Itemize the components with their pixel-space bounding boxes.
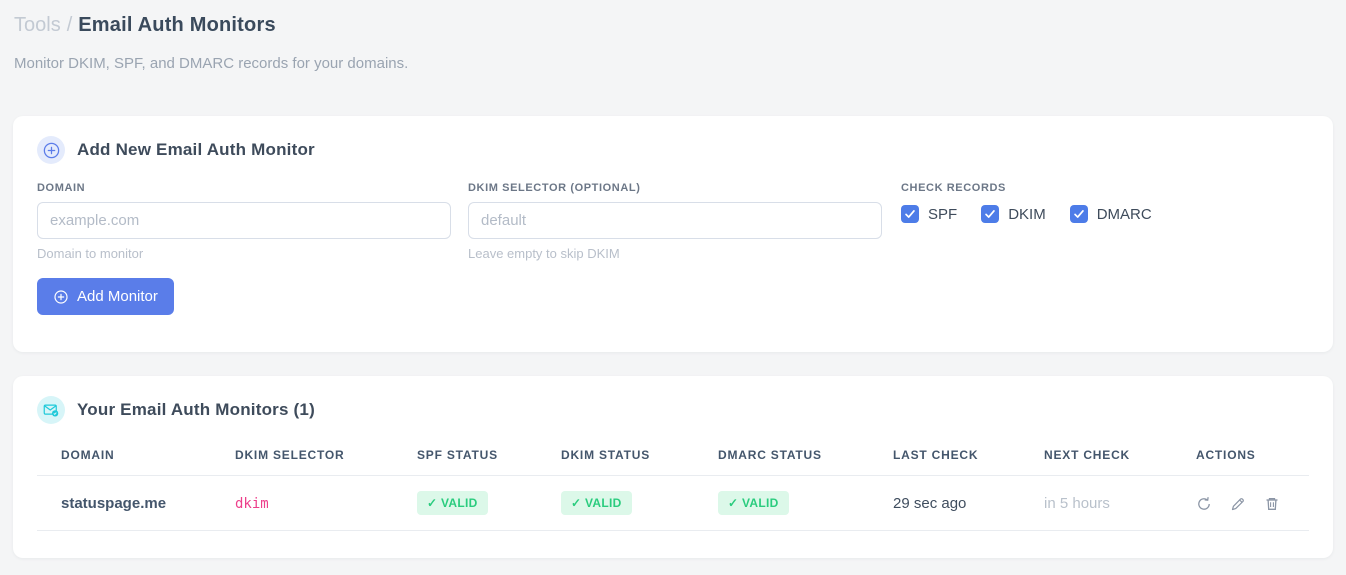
breadcrumb-separator: / <box>66 14 73 36</box>
mail-check-icon <box>37 396 65 424</box>
dmarc-checkbox-box[interactable] <box>1069 205 1088 223</box>
check-icon <box>905 210 915 218</box>
check-records-group: CHECK RECORDS SPF DKIM DMARC <box>901 182 1152 261</box>
pencil-icon <box>1232 497 1245 510</box>
column-header-actions: ACTIONS <box>1172 440 1309 476</box>
spf-checkbox-label: SPF <box>928 205 958 223</box>
dkim-checkbox-label: DKIM <box>1008 205 1046 223</box>
dkim-status-badge: ✓ VALID <box>561 491 632 515</box>
domain-label: DOMAIN <box>37 182 86 194</box>
domain-help-text: Domain to monitor <box>37 246 144 261</box>
monitors-card: Your Email Auth Monitors (1) DOMAIN DKIM… <box>13 376 1333 558</box>
dkim-checkbox[interactable]: DKIM <box>981 205 1046 223</box>
column-header-domain: DOMAIN <box>37 440 211 476</box>
spf-checkbox[interactable]: SPF <box>901 205 957 223</box>
dmarc-checkbox-label: DMARC <box>1096 205 1152 223</box>
add-monitor-button-label: Add Monitor <box>77 288 158 305</box>
dmarc-checkbox[interactable]: DMARC <box>1069 205 1152 223</box>
dkim-selector-label: DKIM SELECTOR (OPTIONAL) <box>468 182 641 194</box>
add-monitor-button[interactable]: Add Monitor <box>37 278 174 315</box>
delete-button[interactable] <box>1264 496 1280 512</box>
check-icon <box>1073 210 1084 218</box>
monitor-domain: statuspage.me <box>37 475 211 531</box>
domain-field-group: DOMAIN Domain to monitor <box>37 182 451 261</box>
monitors-card-header: Your Email Auth Monitors (1) <box>37 396 1309 424</box>
dmarc-status-badge: ✓ VALID <box>718 491 789 515</box>
check-records-label: CHECK RECORDS <box>901 182 1006 194</box>
add-card-header: Add New Email Auth Monitor <box>37 136 1309 164</box>
monitor-dkim-selector: dkim <box>235 495 269 512</box>
breadcrumb-tools-link[interactable]: Tools <box>14 14 61 36</box>
spf-checkbox-box[interactable] <box>901 205 919 223</box>
edit-button[interactable] <box>1230 496 1246 512</box>
dkim-selector-input[interactable] <box>468 202 882 239</box>
column-header-next-check: NEXT CHECK <box>1020 440 1172 476</box>
monitor-actions <box>1172 475 1309 531</box>
refresh-icon <box>1198 496 1210 510</box>
check-icon <box>985 210 995 218</box>
add-card-title: Add New Email Auth Monitor <box>77 140 315 159</box>
monitor-next-check: in 5 hours <box>1020 475 1172 531</box>
column-header-spf-status: SPF STATUS <box>393 440 537 476</box>
monitors-table: DOMAIN DKIM SELECTOR SPF STATUS DKIM STA… <box>37 440 1309 531</box>
column-header-dkim-selector: DKIM SELECTOR <box>211 440 393 476</box>
page-subtitle: Monitor DKIM, SPF, and DMARC records for… <box>14 55 409 72</box>
page-title: Email Auth Monitors <box>78 14 276 36</box>
domain-input[interactable] <box>37 202 451 239</box>
add-monitor-form: DOMAIN Domain to monitor DKIM SELECTOR (… <box>37 182 1309 261</box>
monitors-card-title: Your Email Auth Monitors (1) <box>77 400 315 419</box>
spf-status-badge: ✓ VALID <box>417 491 488 515</box>
dkim-selector-field-group: DKIM SELECTOR (OPTIONAL) Leave empty to … <box>468 182 882 261</box>
table-row: statuspage.me dkim ✓ VALID ✓ VALID ✓ VAL… <box>37 475 1309 531</box>
column-header-last-check: LAST CHECK <box>869 440 1020 476</box>
trash-icon <box>1266 497 1278 510</box>
column-header-dkim-status: DKIM STATUS <box>537 440 694 476</box>
add-monitor-card: Add New Email Auth Monitor DOMAIN Domain… <box>13 116 1333 352</box>
dkim-selector-help-text: Leave empty to skip DKIM <box>468 246 620 261</box>
dkim-checkbox-box[interactable] <box>981 205 1000 223</box>
breadcrumb: Tools / Email Auth Monitors <box>13 12 1333 38</box>
plus-circle-icon <box>54 289 68 304</box>
monitor-last-check: 29 sec ago <box>869 475 1020 531</box>
check-records-row: SPF DKIM DMARC <box>901 205 1152 223</box>
table-header-row: DOMAIN DKIM SELECTOR SPF STATUS DKIM STA… <box>37 440 1309 476</box>
plus-circle-icon <box>37 136 65 164</box>
refresh-button[interactable] <box>1196 496 1212 512</box>
column-header-dmarc-status: DMARC STATUS <box>694 440 869 476</box>
page: Tools / Email Auth Monitors Monitor DKIM, … <box>0 0 1346 575</box>
